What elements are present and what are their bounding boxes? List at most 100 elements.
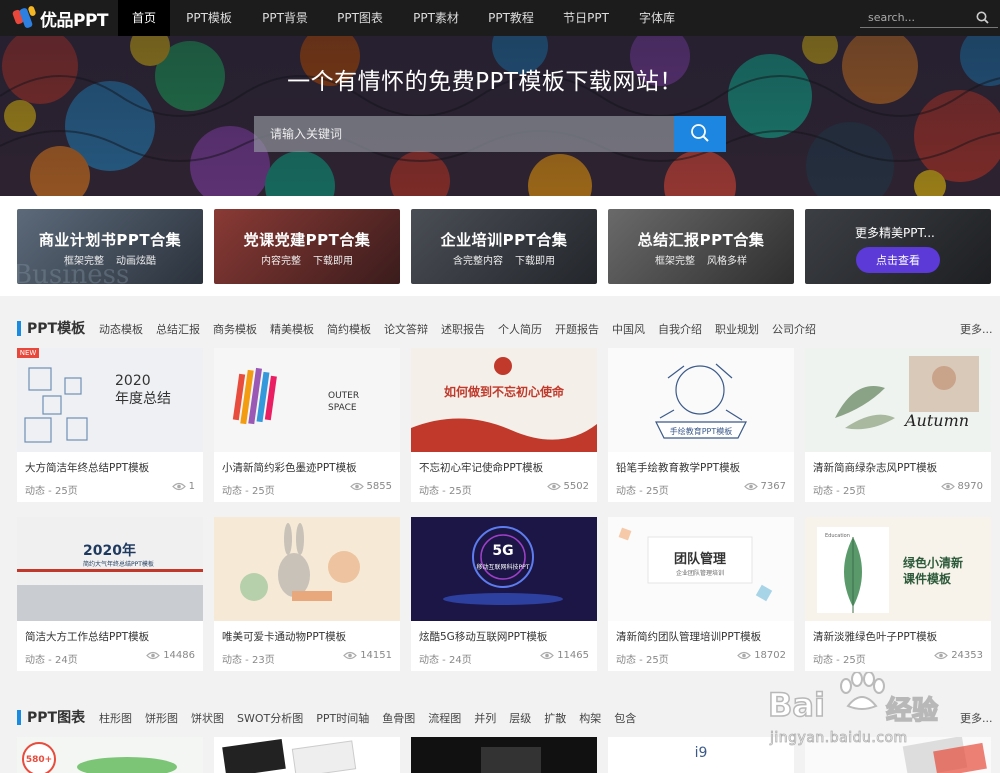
template-thumbnail: 2020年 简约大气年终总结PPT模板: [17, 517, 203, 621]
eye-icon: [540, 651, 555, 660]
tag-link[interactable]: 简约模板: [327, 323, 371, 336]
search-icon[interactable]: [976, 11, 989, 24]
tag-link[interactable]: 柱形图: [99, 712, 132, 725]
hero-banner: 一个有情怀的免费PPT模板下载网站！: [0, 36, 1000, 196]
template-card[interactable]: 5G 移动互联网科技PPT 炫酷5G移动互联网PPT模板 动态 - 24页 11…: [411, 517, 597, 671]
card-title: 商业计划书PPT合集: [38, 231, 182, 249]
template-meta: 动态 - 24页: [419, 655, 472, 666]
template-thumbnail: [214, 517, 400, 621]
view-more-button[interactable]: 点击查看: [856, 247, 940, 273]
eye-icon: [349, 482, 364, 491]
card-enterprise-training[interactable]: 企业培训PPT合集 含完整内容 下载即用: [411, 209, 597, 284]
watermark-url: jingyan.baidu.com: [770, 730, 908, 747]
template-card[interactable]: Education 绿色小清新 课件模板 清新淡雅绿色叶子PPT模板 动态 - …: [805, 517, 991, 671]
tag-link[interactable]: 中国风: [612, 323, 645, 336]
hero-search: [254, 116, 726, 152]
template-meta: 动态 - 25页: [813, 655, 866, 666]
site-logo[interactable]: 优品PPT: [11, 4, 109, 32]
eye-icon: [934, 651, 949, 660]
template-thumbnail: 团队管理 企业团队管理培训: [608, 517, 794, 621]
hero-search-input[interactable]: [254, 116, 674, 152]
tag-link[interactable]: 公司介绍: [772, 323, 816, 336]
tag-link[interactable]: 精美模板: [270, 323, 314, 336]
tag-link[interactable]: 动态模板: [99, 323, 143, 336]
card-title: 企业培训PPT合集: [440, 231, 568, 249]
nav-ppt-charts[interactable]: PPT图表: [329, 0, 391, 36]
card-summary-report[interactable]: 总结汇报PPT合集 框架完整 风格多样: [608, 209, 794, 284]
tag-link[interactable]: 扩散: [544, 712, 566, 725]
paw-icon: [840, 672, 885, 710]
chart-card[interactable]: [411, 737, 597, 773]
tag-link[interactable]: 并列: [474, 712, 496, 725]
svg-text:绿色小清新: 绿色小清新: [903, 555, 963, 570]
chart-thumbnail: [214, 737, 400, 773]
tag-link[interactable]: 个人简历: [498, 323, 542, 336]
svg-text:2020年: 2020年: [83, 542, 136, 559]
card-tag: 下载即用: [515, 256, 555, 267]
nav-home[interactable]: 首页: [118, 0, 170, 36]
template-card[interactable]: Autumn 清新简商绿杂志风PPT模板 动态 - 25页 8970: [805, 348, 991, 502]
top-search-input[interactable]: [868, 8, 972, 27]
nav-font-library[interactable]: 字体库: [630, 0, 684, 36]
eye-icon: [171, 482, 186, 491]
view-count: 11465: [557, 650, 589, 661]
tag-link[interactable]: SWOT分析图: [237, 712, 303, 725]
nav-ppt-backgrounds[interactable]: PPT背景: [254, 0, 316, 36]
tag-link[interactable]: 构架: [579, 712, 601, 725]
card-tag: 内容完整: [261, 256, 301, 267]
template-card[interactable]: 如何做到不忘初心使命 不忘初心牢记使命PPT模板 动态 - 25页 5502: [411, 348, 597, 502]
templates-section-header: PPT模板 动态模板 总结汇报 商务模板 精美模板 简约模板 论文答辩 述职报告 个人简历 开题…: [0, 314, 1000, 342]
logo-text: 优品PPT: [40, 10, 109, 31]
section-title: PPT模板: [27, 321, 86, 337]
template-card[interactable]: 2020 年度总结 NEW 大方简洁年终总结PPT模板 动态 - 25页 1: [17, 348, 203, 502]
nav-ppt-materials[interactable]: PPT素材: [405, 0, 467, 36]
more-card-title: 更多精美PPT...: [855, 226, 935, 240]
tag-link[interactable]: 饼形图: [145, 712, 178, 725]
logo-icon: [11, 5, 37, 30]
tag-link[interactable]: 商务模板: [213, 323, 257, 336]
template-thumbnail: 手绘教育PPT模板: [608, 348, 794, 452]
tag-link[interactable]: 总结汇报: [156, 323, 200, 336]
nav-ppt-tutorials[interactable]: PPT教程: [480, 0, 542, 36]
nav-ppt-templates[interactable]: PPT模板: [178, 0, 240, 36]
card-business-plan[interactable]: Business 商业计划书PPT合集 框架完整 动画炫酷: [17, 209, 203, 284]
eye-icon: [743, 482, 758, 491]
category-tags: 柱形图 饼形图 饼状图 SWOT分析图 PPT时间轴 鱼骨图 流程图 并列 层级 扩散 构架 包含: [99, 710, 649, 726]
top-nav: 优品PPT 首页 PPT模板 PPT背景 PPT图表 PPT素材 PPT教程 节…: [0, 0, 1000, 36]
tag-link[interactable]: 述职报告: [441, 323, 485, 336]
card-title: 总结汇报PPT合集: [637, 231, 765, 249]
template-meta: 动态 - 25页: [419, 486, 472, 497]
tag-link[interactable]: 层级: [509, 712, 531, 725]
chart-card[interactable]: [214, 737, 400, 773]
more-link[interactable]: 更多...: [960, 321, 993, 337]
tag-link[interactable]: 饼状图: [191, 712, 224, 725]
template-card[interactable]: 唯美可爱卡通动物PPT模板 动态 - 23页 14151: [214, 517, 400, 671]
nav-holiday-ppt[interactable]: 节日PPT: [555, 0, 617, 36]
top-search: [860, 8, 998, 28]
tag-link[interactable]: 开题报告: [555, 323, 599, 336]
tag-link[interactable]: 自我介绍: [658, 323, 702, 336]
tag-link[interactable]: 包含: [614, 712, 636, 725]
svg-text:团队管理: 团队管理: [674, 551, 726, 567]
template-card[interactable]: 团队管理 企业团队管理培训 清新简约团队管理培训PPT模板 动态 - 25页 1…: [608, 517, 794, 671]
tag-link[interactable]: 流程图: [428, 712, 461, 725]
hero-search-button[interactable]: [674, 116, 726, 152]
template-card[interactable]: 手绘教育PPT模板 铅笔手绘教育教学PPT模板 动态 - 25页 7367: [608, 348, 794, 502]
chart-card[interactable]: 580+: [17, 737, 203, 773]
svg-text:SPACE: SPACE: [328, 403, 357, 413]
template-name: 清新淡雅绿色叶子PPT模板: [813, 631, 938, 643]
template-card[interactable]: OUTER SPACE 小清新简约彩色墨迹PPT模板 动态 - 25页 5855: [214, 348, 400, 502]
section-title: PPT图表: [27, 710, 86, 726]
view-count: 18702: [754, 650, 786, 661]
tag-link[interactable]: PPT时间轴: [316, 712, 369, 725]
tag-link[interactable]: 职业规划: [715, 323, 759, 336]
tag-link[interactable]: 鱼骨图: [382, 712, 415, 725]
template-name: 铅笔手绘教育教学PPT模板: [616, 462, 741, 474]
card-more[interactable]: 更多精美PPT... 点击查看: [805, 209, 991, 284]
card-party-lesson[interactable]: 党课党建PPT合集 内容完整 下载即用: [214, 209, 400, 284]
template-card[interactable]: 2020年 简约大气年终总结PPT模板 简洁大方工作总结PPT模板 动态 - 2…: [17, 517, 203, 671]
svg-text:企业团队管理培训: 企业团队管理培训: [676, 569, 724, 577]
svg-text:Education: Education: [825, 533, 850, 539]
tag-link[interactable]: 论文答辩: [384, 323, 428, 336]
view-count: 14151: [360, 650, 392, 661]
